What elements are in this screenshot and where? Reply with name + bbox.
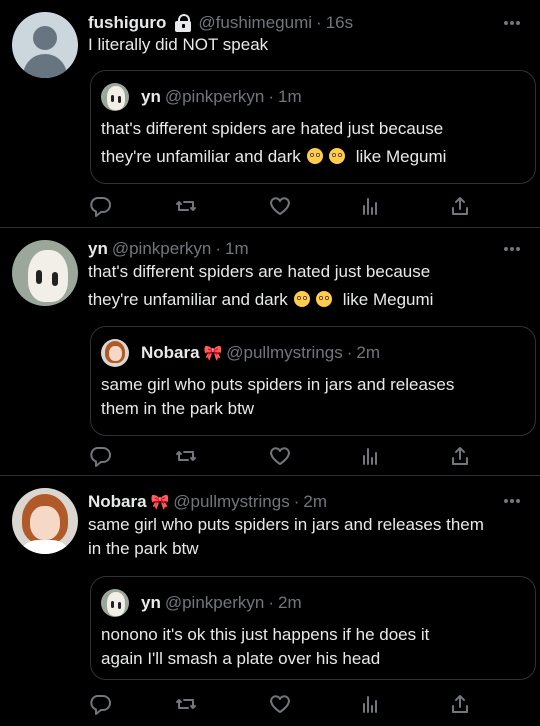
tweet-header: yn @pinkperkyn · 1m — [88, 239, 249, 259]
analytics-icon[interactable] — [358, 444, 382, 468]
more-icon[interactable] — [504, 498, 522, 504]
display-name[interactable]: Nobara — [88, 492, 147, 512]
share-icon[interactable] — [448, 692, 472, 716]
lock-icon — [174, 14, 192, 32]
retweet-icon[interactable] — [174, 444, 198, 468]
timestamp[interactable]: 2m — [303, 492, 327, 512]
analytics-icon[interactable] — [358, 194, 382, 218]
more-icon[interactable] — [504, 20, 522, 26]
avatar-fushiguro[interactable] — [12, 12, 78, 78]
like-icon[interactable] — [268, 444, 292, 468]
share-icon[interactable] — [448, 194, 472, 218]
tweet-text: same girl who puts spiders in jars and r… — [88, 515, 484, 558]
quote-header: yn @pinkperkyn · 2m — [101, 589, 302, 617]
tweet-header: Nobara 🎀 @pullmystrings · 2m — [88, 492, 328, 512]
timestamp[interactable]: 1m — [225, 239, 249, 259]
handle[interactable]: @fushimegumi — [198, 13, 312, 33]
reply-icon[interactable] — [88, 194, 112, 218]
reply-icon[interactable] — [88, 444, 112, 468]
rolling-eyes-emoji — [316, 291, 333, 307]
tweet-text: I literally did NOT speak — [88, 35, 269, 54]
quote-text: same girl who puts spiders in jars and r… — [101, 375, 455, 418]
quote-avatar — [101, 339, 129, 367]
tweet-header: fushiguro @fushimegumi · 16s — [88, 13, 354, 33]
retweet-icon[interactable] — [174, 194, 198, 218]
share-icon[interactable] — [448, 444, 472, 468]
like-icon[interactable] — [268, 194, 292, 218]
timestamp[interactable]: 16s — [326, 13, 353, 33]
action-bar — [88, 194, 468, 218]
quoted-tweet[interactable]: Nobara 🎀 @pullmystrings · 2m same girl w… — [90, 326, 536, 436]
analytics-icon[interactable] — [358, 692, 382, 716]
handle[interactable]: @pinkperkyn — [112, 239, 211, 259]
tweet-text: that's different spiders are hated just … — [88, 262, 434, 309]
quote-header: Nobara 🎀 @pullmystrings · 2m — [101, 339, 380, 367]
display-name[interactable]: yn — [88, 239, 108, 259]
quote-header: yn @pinkperkyn · 1m — [101, 83, 302, 111]
more-icon[interactable] — [504, 246, 522, 252]
reply-icon[interactable] — [88, 692, 112, 716]
retweet-icon[interactable] — [174, 692, 198, 716]
handle[interactable]: @pullmystrings — [173, 492, 289, 512]
rolling-eyes-emoji — [306, 148, 323, 164]
quote-avatar — [101, 83, 129, 111]
quoted-tweet[interactable]: yn @pinkperkyn · 1m that's different spi… — [90, 70, 536, 184]
like-icon[interactable] — [268, 692, 292, 716]
tweet-2[interactable]: yn @pinkperkyn · 1m that's different spi… — [0, 228, 540, 476]
rolling-eyes-emoji — [293, 291, 310, 307]
bow-emoji: 🎀 — [150, 494, 170, 511]
display-name[interactable]: fushiguro — [88, 13, 166, 33]
quote-text: that's different spiders are hated just … — [101, 119, 447, 166]
rolling-eyes-emoji — [329, 148, 346, 164]
action-bar — [88, 444, 468, 468]
avatar-yn[interactable] — [12, 240, 78, 306]
quote-text: nonono it's ok this just happens if he d… — [101, 625, 430, 668]
bow-emoji: 🎀 — [203, 345, 223, 362]
action-bar — [88, 692, 468, 716]
tweet-1[interactable]: fushiguro @fushimegumi · 16s I literally… — [0, 0, 540, 228]
quote-avatar — [101, 589, 129, 617]
quoted-tweet[interactable]: yn @pinkperkyn · 2m nonono it's ok this … — [90, 576, 536, 680]
tweet-3[interactable]: Nobara 🎀 @pullmystrings · 2m same girl w… — [0, 476, 540, 726]
avatar-nobara[interactable] — [12, 488, 78, 554]
